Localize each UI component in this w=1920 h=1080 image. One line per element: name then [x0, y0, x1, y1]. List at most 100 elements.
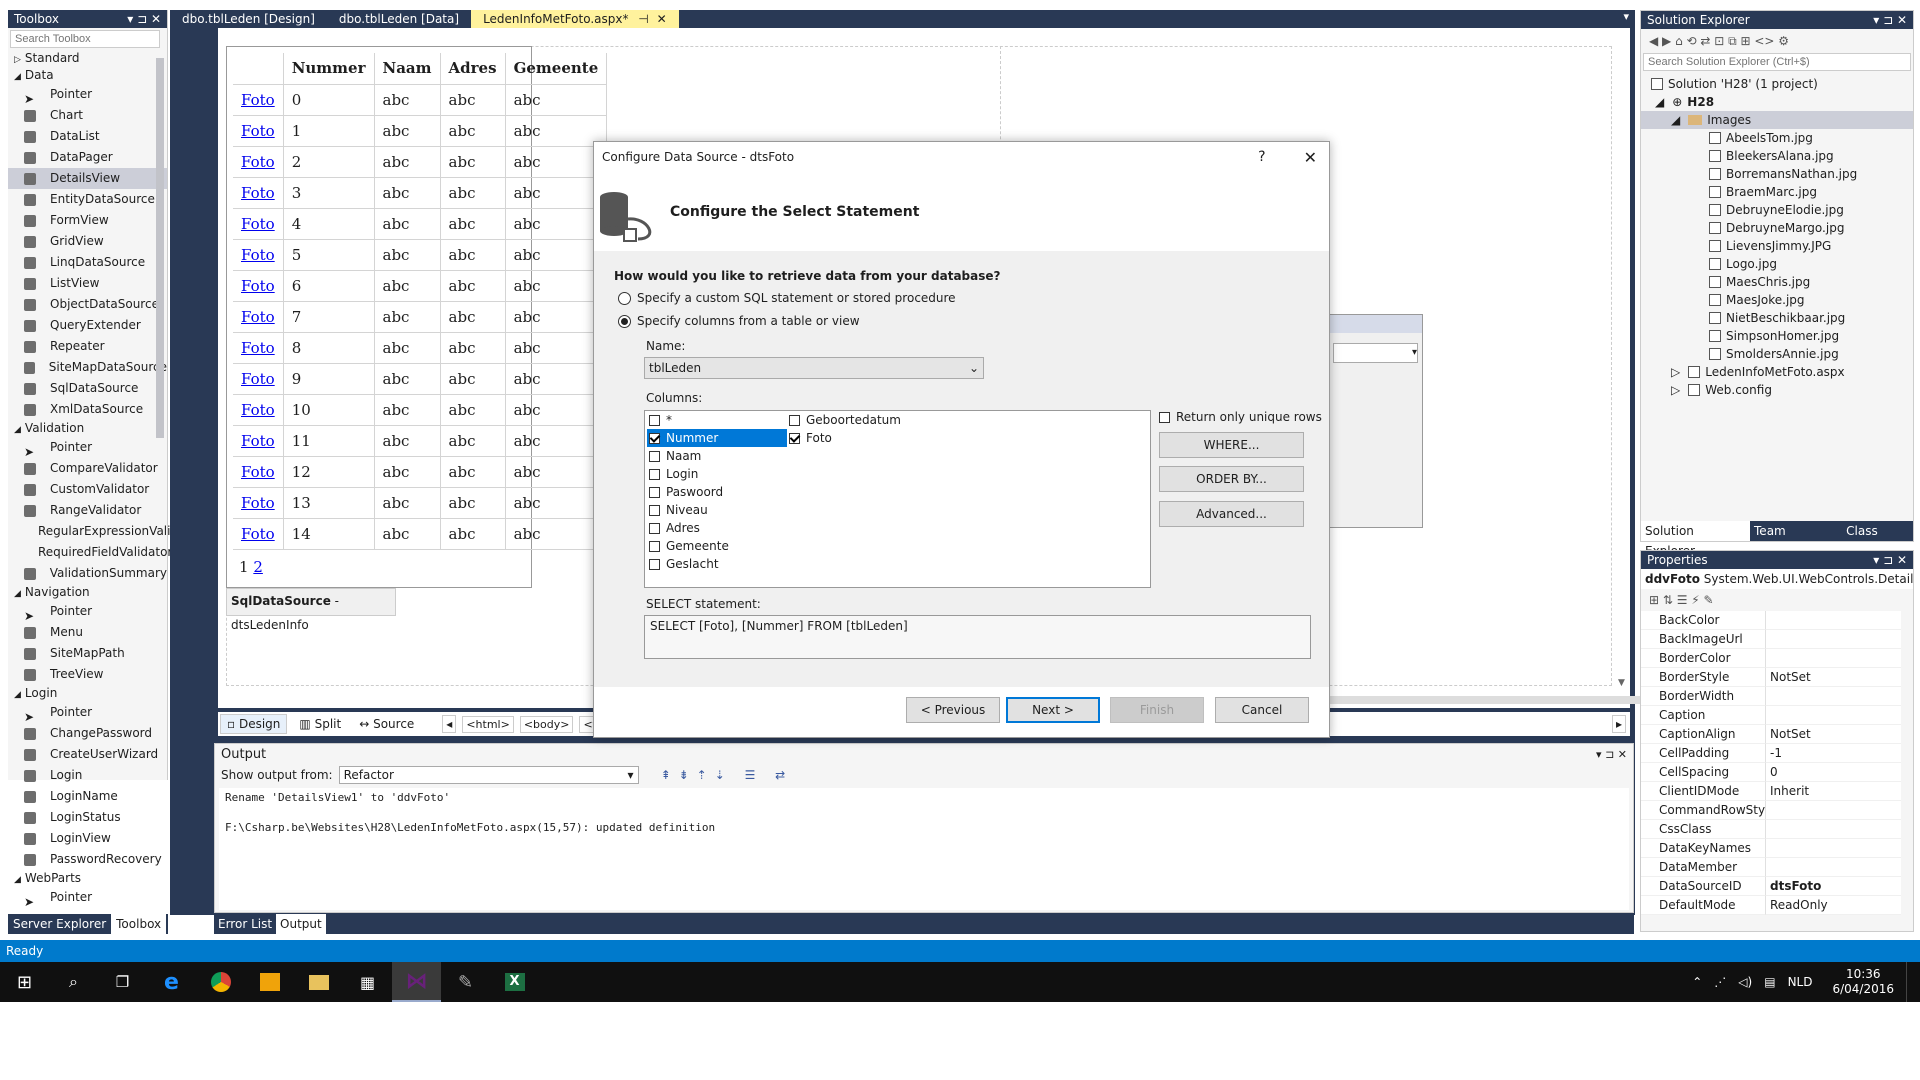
visual-studio-button[interactable]: ⋈	[392, 962, 441, 1002]
tag-html[interactable]: <html>	[462, 715, 514, 733]
foto-link[interactable]: Foto	[241, 153, 275, 171]
toolbox-item[interactable]: RangeValidator	[8, 500, 167, 521]
toolbox-group[interactable]: ◢ Validation	[8, 420, 167, 437]
toolbox-item[interactable]: EntityDataSource	[8, 189, 167, 210]
pager-page-2[interactable]: 2	[253, 558, 263, 576]
property-value[interactable]	[1766, 801, 1901, 820]
image-file-node[interactable]: DebruyneMargo.jpg	[1651, 219, 1913, 237]
toolbox-search-input[interactable]	[10, 30, 160, 48]
chrome-button[interactable]	[196, 962, 245, 1002]
toolbox-item[interactable]: XmlDataSource	[8, 399, 167, 420]
clock[interactable]: 10:36 6/04/2016	[1832, 967, 1894, 997]
toolbox-item[interactable]: LoginName	[8, 786, 167, 807]
edge-button[interactable]: e	[147, 962, 196, 1002]
design-view-button[interactable]: ▫ Design	[220, 714, 288, 734]
output-toolbar-icons[interactable]: ⇞⇟⇡⇣ ☰ ⇄	[661, 768, 794, 782]
image-file-node[interactable]: BraemMarc.jpg	[1651, 183, 1913, 201]
unique-rows-checkbox[interactable]	[1159, 411, 1170, 423]
network-icon[interactable]: ⋰	[1714, 975, 1726, 989]
property-row[interactable]: BackColor	[1641, 611, 1901, 630]
property-row[interactable]: BorderColor	[1641, 649, 1901, 668]
column-checkbox[interactable]	[649, 540, 660, 552]
solution-window-controls[interactable]: ▾ ⊐ ✕	[1873, 11, 1913, 29]
task-view-button[interactable]: ❐	[98, 962, 147, 1002]
paint-button[interactable]: ✎	[441, 962, 490, 1002]
toolbox-item[interactable]: LoginStatus	[8, 807, 167, 828]
toolbox-item[interactable]: RequiredFieldValidator	[8, 542, 172, 563]
property-row[interactable]: BorderWidth	[1641, 687, 1901, 706]
foto-link[interactable]: Foto	[241, 277, 275, 295]
toolbox-item[interactable]: SiteMapPath	[8, 643, 167, 664]
properties-object-select[interactable]: ddvFoto System.Web.UI.WebControls.Detail…	[1641, 569, 1913, 589]
column-checkbox[interactable]	[649, 504, 660, 516]
close-tab-icon[interactable]: ✕	[657, 12, 667, 26]
property-value[interactable]	[1766, 630, 1901, 649]
property-row[interactable]: CellSpacing 0	[1641, 763, 1901, 782]
toolbox-item[interactable]: RegularExpressionVali...	[8, 521, 182, 542]
previous-button[interactable]: < Previous	[906, 697, 1000, 723]
close-icon[interactable]: ✕	[1304, 148, 1317, 167]
column-checkbox[interactable]	[649, 450, 660, 462]
property-row[interactable]: DataMember	[1641, 858, 1901, 877]
foto-link[interactable]: Foto	[241, 370, 275, 388]
foto-link[interactable]: Foto	[241, 463, 275, 481]
language-indicator[interactable]: NLD	[1788, 975, 1813, 989]
toolbox-item[interactable]: TreeView	[8, 664, 167, 685]
outlook-button[interactable]	[245, 962, 294, 1002]
tab-team-explorer[interactable]: Team Explorer	[1750, 521, 1842, 558]
foto-link[interactable]: Foto	[241, 432, 275, 450]
property-row[interactable]: DefaultMode ReadOnly	[1641, 896, 1901, 915]
advanced-button[interactable]: Advanced...	[1159, 501, 1304, 527]
tab-class-view[interactable]: Class View	[1842, 521, 1913, 558]
property-value[interactable]: -1	[1766, 744, 1901, 763]
radio-custom-sql[interactable]	[618, 291, 631, 305]
column-option[interactable]: Nummer	[647, 429, 787, 447]
solution-node[interactable]: Solution 'H28' (1 project)	[1651, 75, 1913, 93]
radio-specify-columns[interactable]	[618, 314, 631, 328]
foto-link[interactable]: Foto	[241, 91, 275, 109]
image-file-node[interactable]: MaesJoke.jpg	[1651, 291, 1913, 309]
split-view-button[interactable]: ▥ Split	[293, 715, 347, 733]
search-button[interactable]: ⌕	[49, 962, 98, 1002]
option-specify-columns[interactable]: Specify columns from a table or view	[618, 314, 860, 328]
toolbox-item[interactable]: QueryExtender	[8, 315, 167, 336]
property-value[interactable]: NotSet	[1766, 725, 1901, 744]
foto-link[interactable]: Foto	[241, 525, 275, 543]
tab-output[interactable]: Output	[276, 914, 326, 934]
image-file-node[interactable]: Logo.jpg	[1651, 255, 1913, 273]
property-value[interactable]: NotSet	[1766, 668, 1901, 687]
help-button[interactable]: ?	[1258, 149, 1265, 165]
image-file-node[interactable]: NietBeschikbaar.jpg	[1651, 309, 1913, 327]
column-option[interactable]: Login	[647, 465, 787, 483]
designer-hscroll[interactable]	[1328, 696, 1648, 704]
property-row[interactable]: Caption	[1641, 706, 1901, 725]
toolbox-window-controls[interactable]: ▾ ⊐ ✕	[127, 10, 167, 28]
designer-vscroll-down-icon[interactable]: ▼	[1618, 678, 1625, 688]
excel-button[interactable]: X	[490, 962, 539, 1002]
toolbox-item[interactable]: GridView	[8, 231, 167, 252]
expand-icon[interactable]: ◢	[1671, 111, 1680, 129]
foto-link[interactable]: Foto	[241, 339, 275, 357]
column-option[interactable]: Paswoord	[647, 483, 787, 501]
property-row[interactable]: CommandRowStyle	[1641, 801, 1901, 820]
collapse-icon[interactable]: ▷	[1671, 363, 1680, 381]
image-file-node[interactable]: SimpsonHomer.jpg	[1651, 327, 1913, 345]
toolbox-item[interactable]: SqlDataSource	[8, 378, 167, 399]
image-file-node[interactable]: BleekersAlana.jpg	[1651, 147, 1913, 165]
toolbox-scrollbar[interactable]	[156, 58, 164, 438]
foto-link[interactable]: Foto	[241, 215, 275, 233]
toolbox-item[interactable]: CreateUserWizard	[8, 744, 167, 765]
foto-link[interactable]: Foto	[241, 308, 275, 326]
unique-rows-option[interactable]: Return only unique rows	[1159, 410, 1322, 424]
option-custom-sql[interactable]: Specify a custom SQL statement or stored…	[618, 291, 956, 305]
toolbox-item[interactable]: Repeater	[8, 336, 167, 357]
column-checkbox[interactable]	[649, 558, 660, 570]
notification-icon[interactable]: ▤	[1764, 975, 1775, 989]
column-option[interactable]: Gemeente	[647, 537, 787, 555]
tab-server-explorer[interactable]: Server Explorer	[8, 914, 111, 934]
property-value[interactable]: ReadOnly	[1766, 896, 1901, 915]
output-source-select[interactable]: Refactor ▾	[338, 766, 639, 784]
images-folder-node[interactable]: ◢ Images	[1641, 111, 1913, 129]
column-checkbox[interactable]	[649, 468, 660, 480]
tag-body[interactable]: <body>	[519, 715, 574, 733]
